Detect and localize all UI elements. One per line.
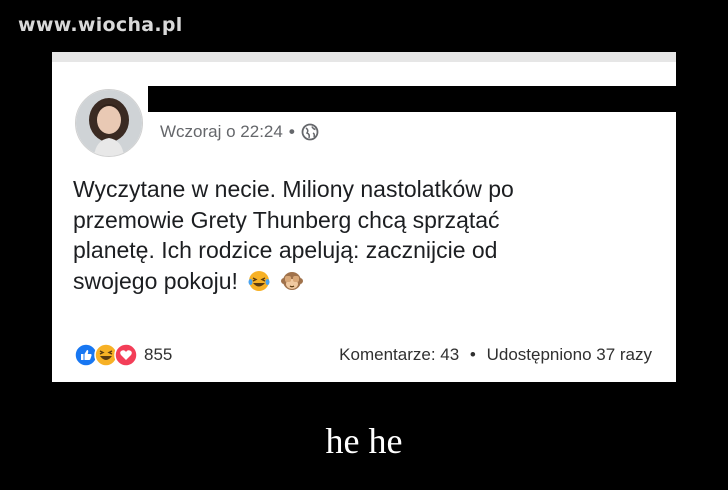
post-text-line-last: swojego pokoju! — [73, 266, 633, 297]
post-body: Wyczytane w necie. Miliony nastolatków p… — [73, 174, 633, 296]
shares-count-link[interactable]: Udostępniono 37 razy — [487, 345, 652, 364]
comments-count-link[interactable]: Komentarze: 43 — [339, 345, 459, 364]
reaction-icons: 855 — [74, 343, 172, 367]
facebook-post-card: Wczoraj o 22:24 • Wyczytane w necie. Mil… — [52, 52, 676, 382]
reactions-summary[interactable]: 855 — [74, 343, 172, 367]
meme-caption: he he — [325, 421, 403, 461]
redacted-author-name — [148, 86, 676, 112]
love-icon — [114, 343, 138, 367]
engagement-stats: Komentarze: 43 • Udostępniono 37 razy — [339, 345, 652, 365]
post-text-line: planetę. Ich rodzice apelują: zacznijcie… — [73, 237, 498, 263]
laughing-tears-emoji-icon — [248, 270, 270, 291]
globe-icon — [301, 123, 319, 141]
watermark: www.wiocha.pl — [18, 14, 183, 36]
reaction-count: 855 — [144, 345, 173, 364]
post-meta: Wczoraj o 22:24 • — [160, 122, 319, 142]
meta-separator: • — [288, 122, 295, 141]
card-top-divider — [52, 52, 676, 62]
post-text-line: swojego pokoju! — [73, 267, 238, 294]
avatar[interactable] — [75, 89, 143, 157]
post-timestamp[interactable]: Wczoraj o 22:24 — [160, 122, 283, 142]
post-text-line: Wyczytane w necie. Miliony nastolatków p… — [73, 176, 514, 202]
see-no-evil-monkey-icon — [280, 271, 303, 290]
post-text-line: przemowie Grety Thunberg chcą sprzątać — [73, 206, 500, 233]
stats-separator: • — [469, 345, 476, 364]
